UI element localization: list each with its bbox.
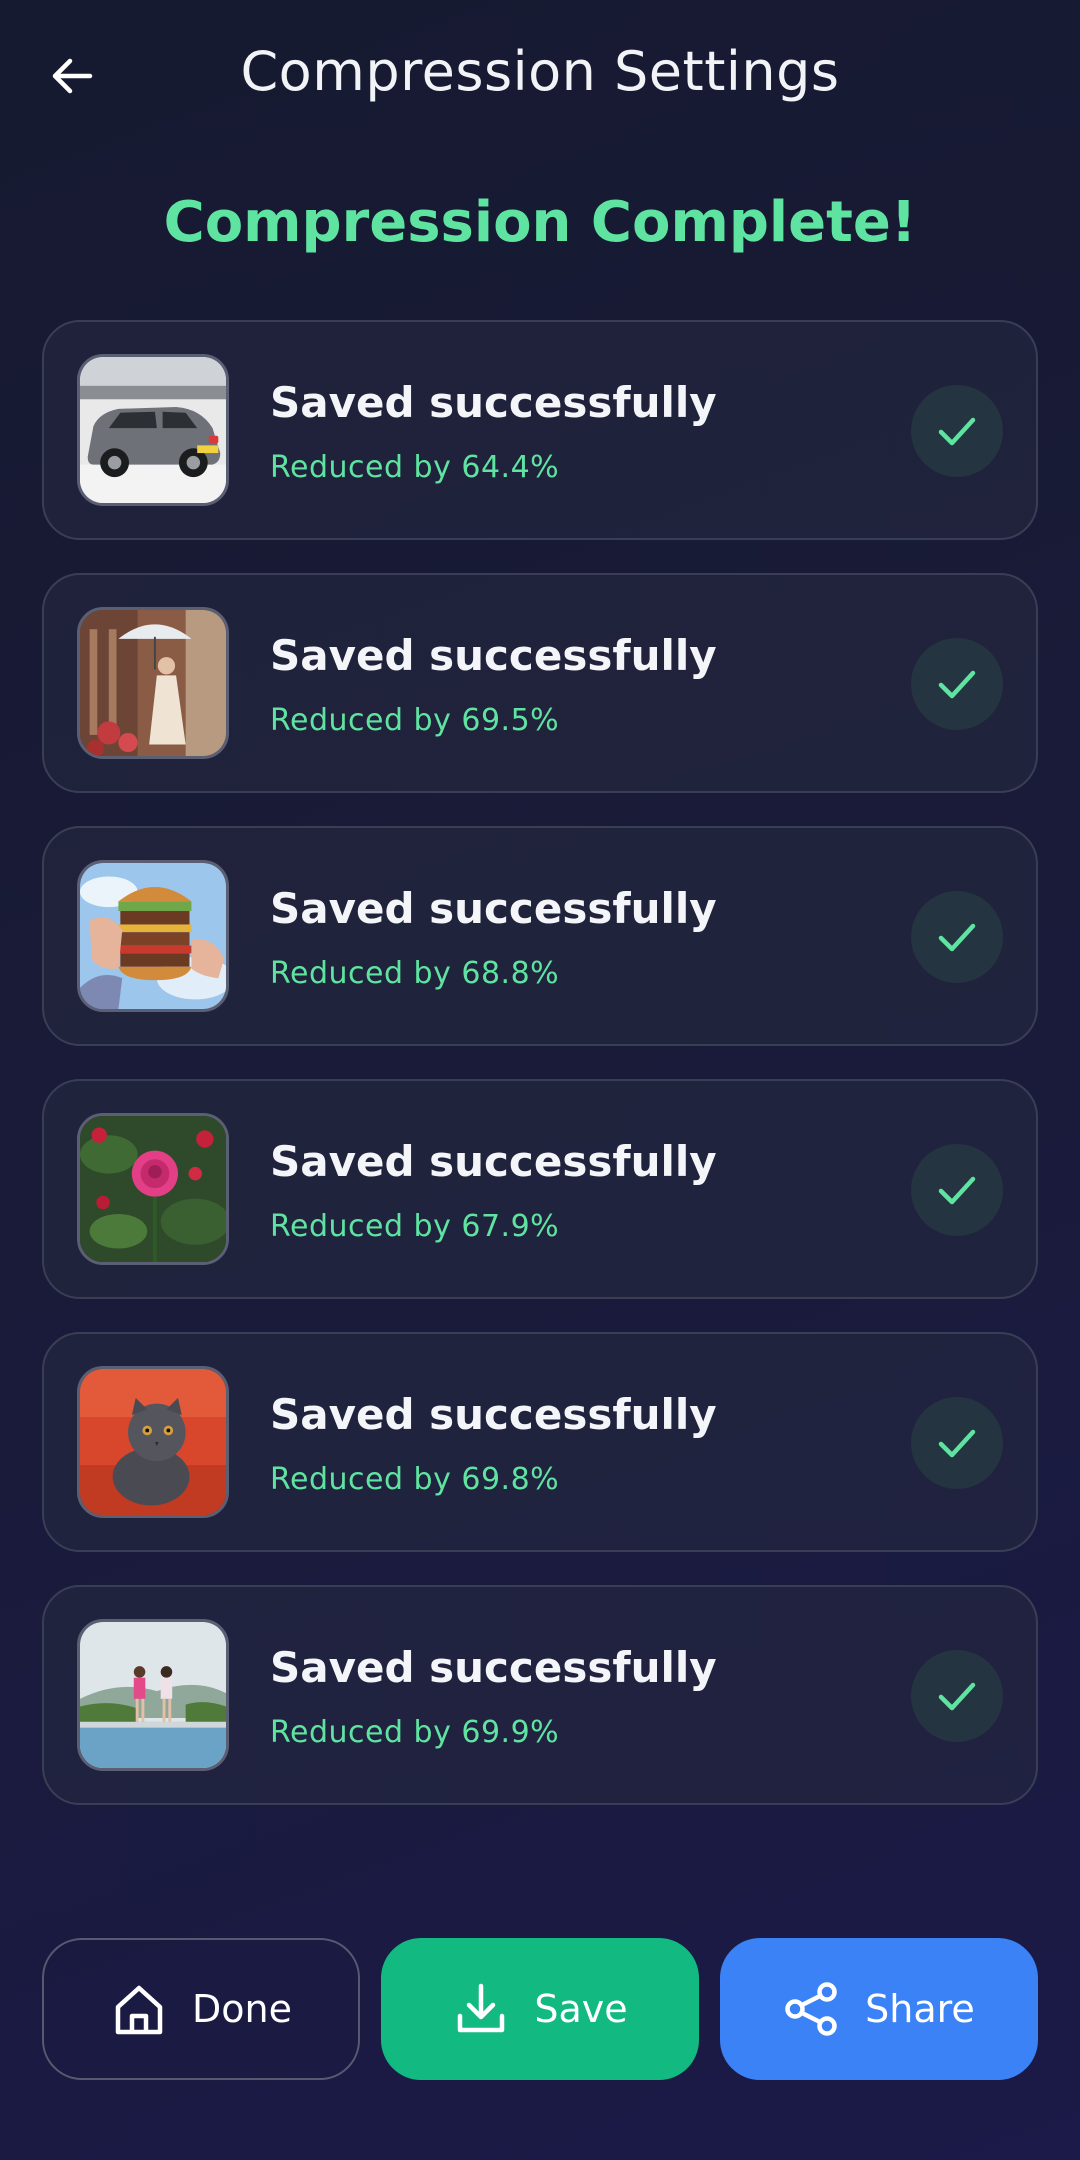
result-card: Saved successfully Reduced by 67.9% — [42, 1079, 1038, 1299]
thumbnail-burger — [77, 860, 229, 1012]
checkmark-icon — [938, 1176, 976, 1205]
thumbnail-woman-with-umbrella — [77, 607, 229, 759]
result-title: Saved successfully — [270, 884, 717, 933]
reduction-text: Reduced by 67.9% — [270, 1209, 560, 1244]
result-card: Saved successfully Reduced by 69.9% — [42, 1585, 1038, 1805]
check-badge — [911, 1144, 1003, 1236]
checkmark-icon — [938, 417, 976, 446]
thumbnail-two-women-at-pool — [77, 1619, 229, 1771]
action-bar: Done Save Share — [42, 1938, 1038, 2080]
download-icon — [458, 1983, 505, 2033]
check-badge — [911, 891, 1003, 983]
save-label: Save — [534, 1987, 628, 2031]
thumbnail-car — [77, 354, 229, 506]
result-title: Saved successfully — [270, 631, 717, 680]
share-label: Share — [865, 1987, 975, 2031]
results-list: Saved successfully Reduced by 64.4% Save… — [42, 320, 1038, 1838]
thumbnail-pink-rose — [77, 1113, 229, 1265]
done-button[interactable]: Done — [42, 1938, 360, 2080]
check-badge — [911, 385, 1003, 477]
checkmark-icon — [938, 1682, 976, 1711]
app-header: Compression Settings — [0, 0, 1080, 150]
share-button[interactable]: Share — [720, 1938, 1038, 2080]
done-label: Done — [192, 1987, 292, 2031]
save-button[interactable]: Save — [381, 1938, 699, 2080]
result-title: Saved successfully — [270, 1137, 717, 1186]
reduction-text: Reduced by 64.4% — [270, 450, 560, 485]
checkmark-icon — [938, 1429, 976, 1458]
status-heading: Compression Complete! — [163, 190, 917, 255]
checkmark-icon — [938, 670, 976, 699]
check-badge — [911, 638, 1003, 730]
result-card: Saved successfully Reduced by 68.8% — [42, 826, 1038, 1046]
check-badge — [911, 1397, 1003, 1489]
reduction-text: Reduced by 68.8% — [270, 956, 560, 991]
thumbnail-cat-on-red-sofa — [77, 1366, 229, 1518]
checkmark-icon — [938, 923, 976, 952]
result-title: Saved successfully — [270, 1643, 717, 1692]
result-card: Saved successfully Reduced by 64.4% — [42, 320, 1038, 540]
result-card: Saved successfully Reduced by 69.5% — [42, 573, 1038, 793]
result-card: Saved successfully Reduced by 69.8% — [42, 1332, 1038, 1552]
check-badge — [911, 1650, 1003, 1742]
home-icon — [115, 1985, 163, 2035]
share-icon — [785, 1982, 837, 2036]
reduction-text: Reduced by 69.9% — [270, 1715, 560, 1750]
page-title: Compression Settings — [240, 40, 840, 103]
reduction-text: Reduced by 69.8% — [270, 1462, 560, 1497]
reduction-text: Reduced by 69.5% — [270, 703, 560, 738]
result-title: Saved successfully — [270, 1390, 717, 1439]
result-title: Saved successfully — [270, 378, 717, 427]
